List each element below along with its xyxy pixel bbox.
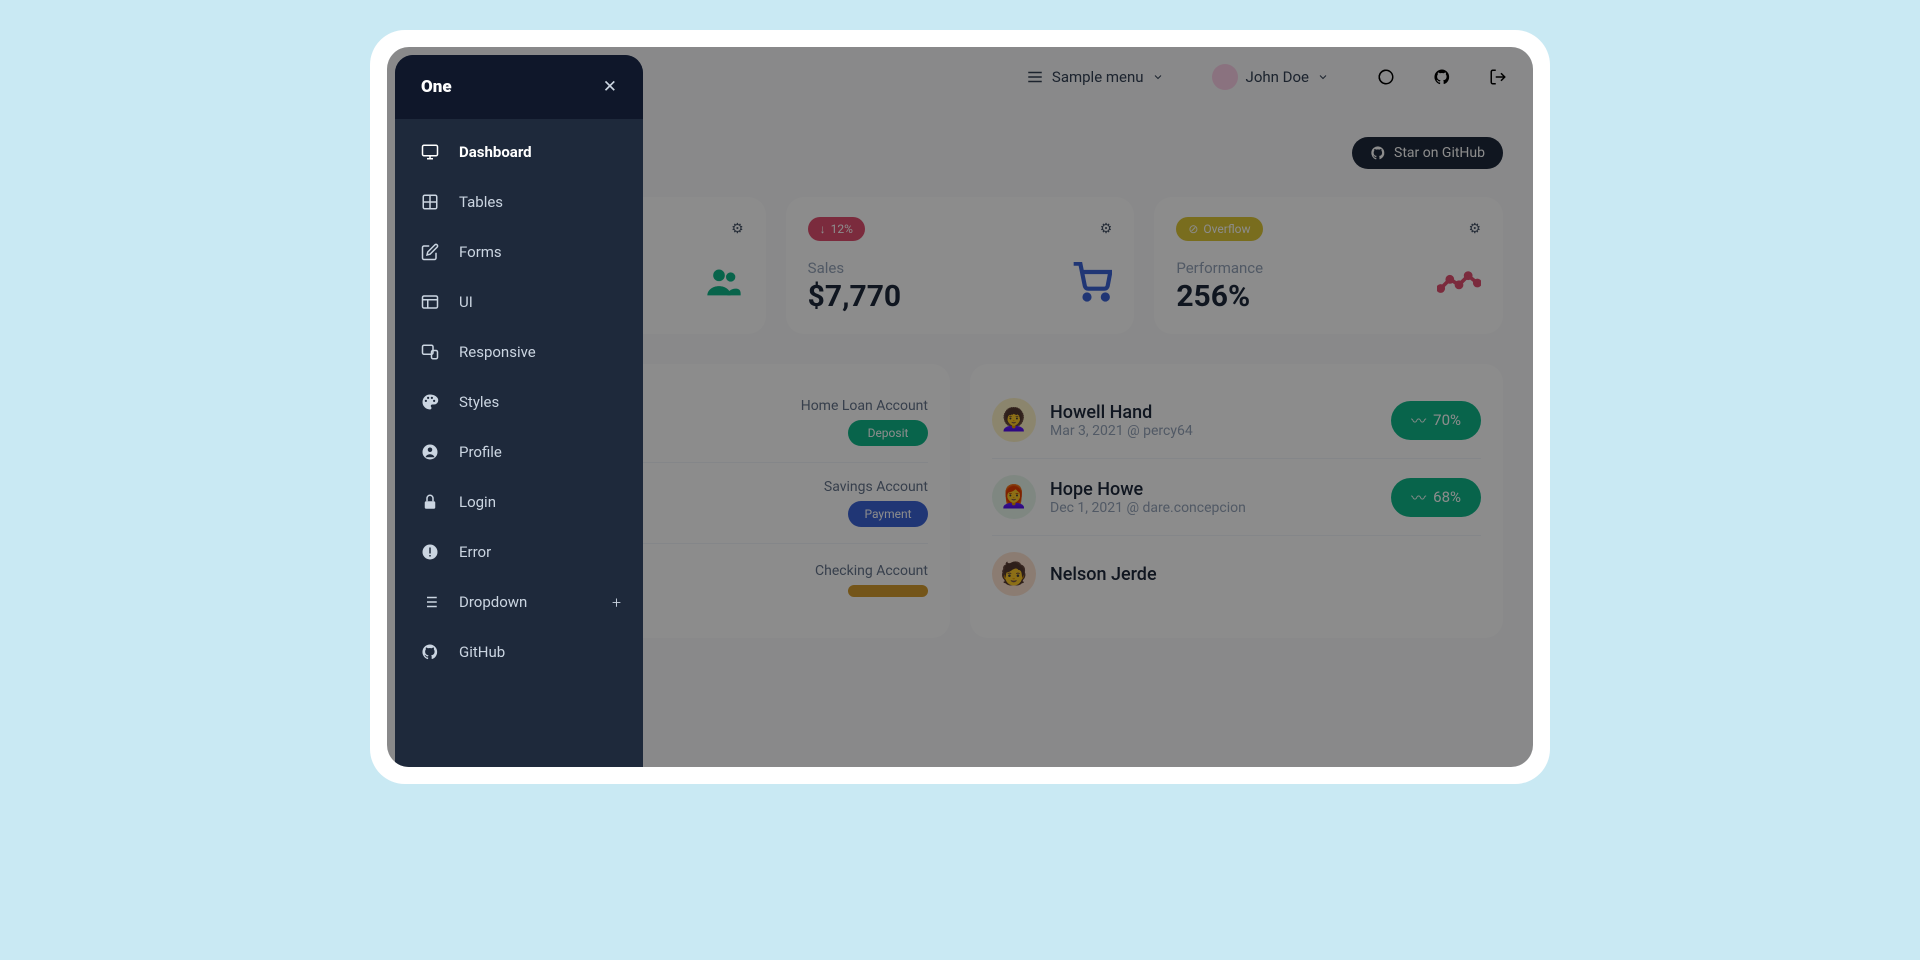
sidebar-item-label: Profile <box>459 443 502 461</box>
sidebar-item-profile[interactable]: Profile <box>395 427 643 477</box>
sidebar-item-tables[interactable]: Tables <box>395 177 643 227</box>
device-frame: Sample menu John Doe Admin / Dashboard O… <box>370 30 1550 784</box>
responsive-icon <box>421 343 439 361</box>
app-viewport: Sample menu John Doe Admin / Dashboard O… <box>387 47 1533 767</box>
sidebar-item-label: Error <box>459 543 491 561</box>
sidebar-header: One ✕ <box>395 55 643 119</box>
sidebar-item-dashboard[interactable]: Dashboard <box>395 127 643 177</box>
sidebar-item-error[interactable]: Error <box>395 527 643 577</box>
ui-icon <box>421 293 439 311</box>
sidebar-item-ui[interactable]: UI <box>395 277 643 327</box>
table-icon <box>421 193 439 211</box>
github-icon <box>421 643 439 661</box>
sidebar-item-label: Dropdown <box>459 593 527 611</box>
user-icon <box>421 443 439 461</box>
edit-icon <box>421 243 439 261</box>
list-icon <box>421 593 439 611</box>
sidebar-item-label: Forms <box>459 243 502 261</box>
sidebar-item-label: Dashboard <box>459 143 532 161</box>
sidebar-item-label: UI <box>459 293 473 311</box>
sidebar-item-github[interactable]: GitHub <box>395 627 643 677</box>
sidebar-item-label: Tables <box>459 193 503 211</box>
sidebar-item-login[interactable]: Login <box>395 477 643 527</box>
sidebar-item-responsive[interactable]: Responsive <box>395 327 643 377</box>
brand-logo: One <box>421 77 452 97</box>
monitor-icon <box>421 143 439 161</box>
alert-icon <box>421 543 439 561</box>
sidebar-item-label: GitHub <box>459 643 505 661</box>
plus-icon: + <box>612 593 621 612</box>
sidebar-item-label: Login <box>459 493 496 511</box>
close-icon[interactable]: ✕ <box>603 77 617 97</box>
lock-icon <box>421 493 439 511</box>
sidebar-item-styles[interactable]: Styles <box>395 377 643 427</box>
sidebar-item-label: Responsive <box>459 343 536 361</box>
sidebar-items: Dashboard Tables Forms UI Responsive Styles Pr… <box>395 119 643 685</box>
sidebar-item-forms[interactable]: Forms <box>395 227 643 277</box>
sidebar-item-label: Styles <box>459 393 499 411</box>
sidebar: One ✕ Dashboard Tables Forms UI Responsive St… <box>395 55 643 767</box>
sidebar-item-dropdown[interactable]: Dropdown + <box>395 577 643 627</box>
palette-icon <box>421 393 439 411</box>
